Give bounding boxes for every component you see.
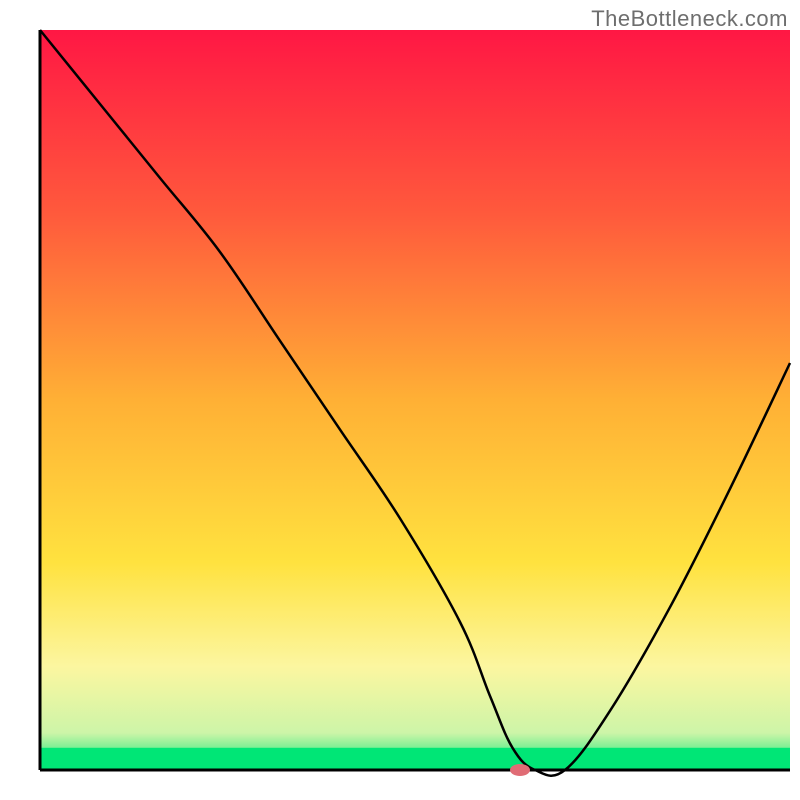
plot-green-band bbox=[40, 748, 790, 770]
watermark-text: TheBottleneck.com bbox=[591, 6, 788, 32]
plot-background bbox=[40, 30, 790, 770]
bottleneck-chart: TheBottleneck.com bbox=[0, 0, 800, 800]
min-marker bbox=[510, 764, 530, 776]
chart-canvas bbox=[0, 0, 800, 800]
